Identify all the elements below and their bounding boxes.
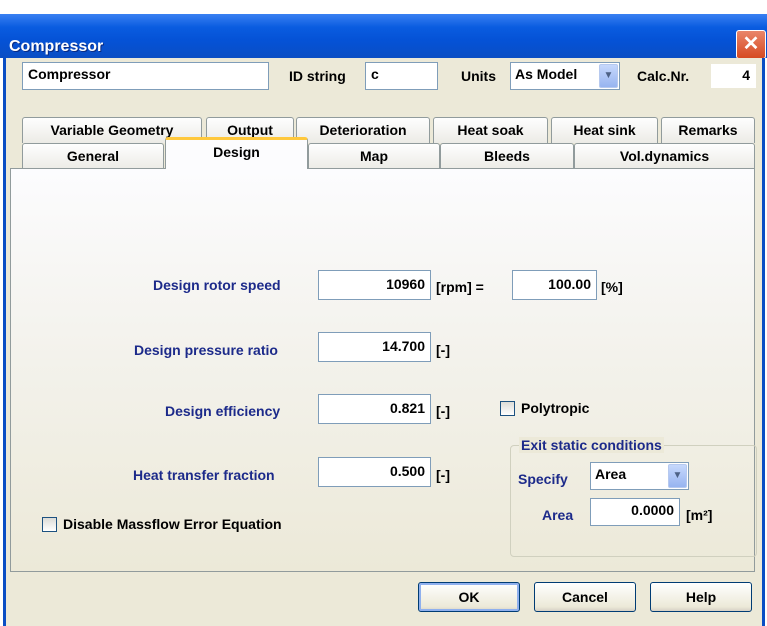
polytropic-checkbox[interactable] bbox=[500, 401, 515, 416]
units-value: As Model bbox=[515, 66, 578, 82]
design-pressure-ratio-value: 14.700 bbox=[382, 338, 425, 354]
heat-transfer-fraction-label: Heat transfer fraction bbox=[133, 467, 275, 483]
tab-remarks[interactable]: Remarks bbox=[661, 117, 755, 143]
title-bar[interactable]: Compressor ✕ bbox=[0, 14, 767, 59]
design-efficiency-label: Design efficiency bbox=[165, 403, 281, 419]
specify-select[interactable]: Area ▼ bbox=[590, 462, 689, 490]
specify-value: Area bbox=[595, 466, 627, 482]
heat-transfer-fraction-value: 0.500 bbox=[389, 463, 425, 479]
design-rotor-speed-input[interactable]: 10960 bbox=[318, 270, 431, 300]
close-button[interactable]: ✕ bbox=[736, 30, 766, 59]
tab-heat-soak[interactable]: Heat soak bbox=[433, 117, 548, 143]
units-select[interactable]: As Model ▼ bbox=[510, 62, 620, 90]
tab-map[interactable]: Map bbox=[308, 143, 440, 169]
exit-static-conditions-title: Exit static conditions bbox=[519, 437, 664, 453]
chevron-down-icon[interactable]: ▼ bbox=[599, 64, 618, 88]
disable-massflow-checkbox[interactable] bbox=[42, 517, 57, 532]
id-string-label: ID string bbox=[289, 68, 346, 84]
tab-bleeds[interactable]: Bleeds bbox=[440, 143, 574, 169]
component-name-value: Compressor bbox=[28, 66, 111, 82]
tab-heat-sink[interactable]: Heat sink bbox=[551, 117, 658, 143]
ok-button[interactable]: OK bbox=[418, 582, 520, 612]
component-name-input[interactable]: Compressor bbox=[22, 62, 269, 90]
design-rotor-speed-pct-input[interactable]: 100.00 bbox=[512, 270, 597, 300]
heat-transfer-unit-label: [-] bbox=[436, 467, 450, 483]
heat-transfer-fraction-input[interactable]: 0.500 bbox=[318, 457, 431, 487]
cancel-button[interactable]: Cancel bbox=[534, 582, 636, 612]
rpm-unit-label: [rpm] = bbox=[436, 279, 484, 295]
design-rotor-speed-label: Design rotor speed bbox=[153, 277, 281, 293]
efficiency-unit-label: [-] bbox=[436, 403, 450, 419]
tab-design[interactable]: Design bbox=[165, 137, 308, 169]
polytropic-label: Polytropic bbox=[521, 400, 590, 416]
id-string-input[interactable]: c bbox=[365, 62, 438, 90]
chevron-down-icon[interactable]: ▼ bbox=[668, 464, 687, 488]
help-button[interactable]: Help bbox=[650, 582, 752, 612]
pct-unit-label: [%] bbox=[601, 279, 623, 295]
tab-deterioration[interactable]: Deterioration bbox=[296, 117, 430, 143]
disable-massflow-label: Disable Massflow Error Equation bbox=[63, 516, 282, 532]
pressure-ratio-unit-label: [-] bbox=[436, 342, 450, 358]
area-label: Area bbox=[542, 507, 574, 523]
tab-general[interactable]: General bbox=[22, 143, 164, 169]
design-efficiency-input[interactable]: 0.821 bbox=[318, 394, 431, 424]
window-title: Compressor bbox=[9, 38, 104, 55]
id-string-value: c bbox=[371, 66, 379, 82]
design-pressure-ratio-input[interactable]: 14.700 bbox=[318, 332, 431, 362]
design-rotor-speed-pct-value: 100.00 bbox=[548, 276, 591, 292]
area-input[interactable]: 0.0000 bbox=[590, 498, 680, 526]
specify-label: Specify bbox=[518, 471, 568, 487]
area-value: 0.0000 bbox=[631, 502, 674, 518]
calc-nr-value: 4 bbox=[711, 64, 756, 88]
top-strip bbox=[0, 0, 767, 14]
design-rotor-speed-value: 10960 bbox=[386, 276, 425, 292]
design-pressure-ratio-label: Design pressure ratio bbox=[134, 342, 278, 358]
units-label: Units bbox=[461, 68, 496, 84]
calc-nr-label: Calc.Nr. bbox=[637, 68, 690, 84]
tab-vol-dynamics[interactable]: Vol.dynamics bbox=[574, 143, 755, 169]
area-unit-label: [m²] bbox=[686, 507, 713, 523]
close-icon: ✕ bbox=[742, 33, 760, 55]
compressor-dialog: Compressor ✕ Compressor ID string c Unit… bbox=[0, 0, 767, 626]
design-efficiency-value: 0.821 bbox=[389, 400, 425, 416]
